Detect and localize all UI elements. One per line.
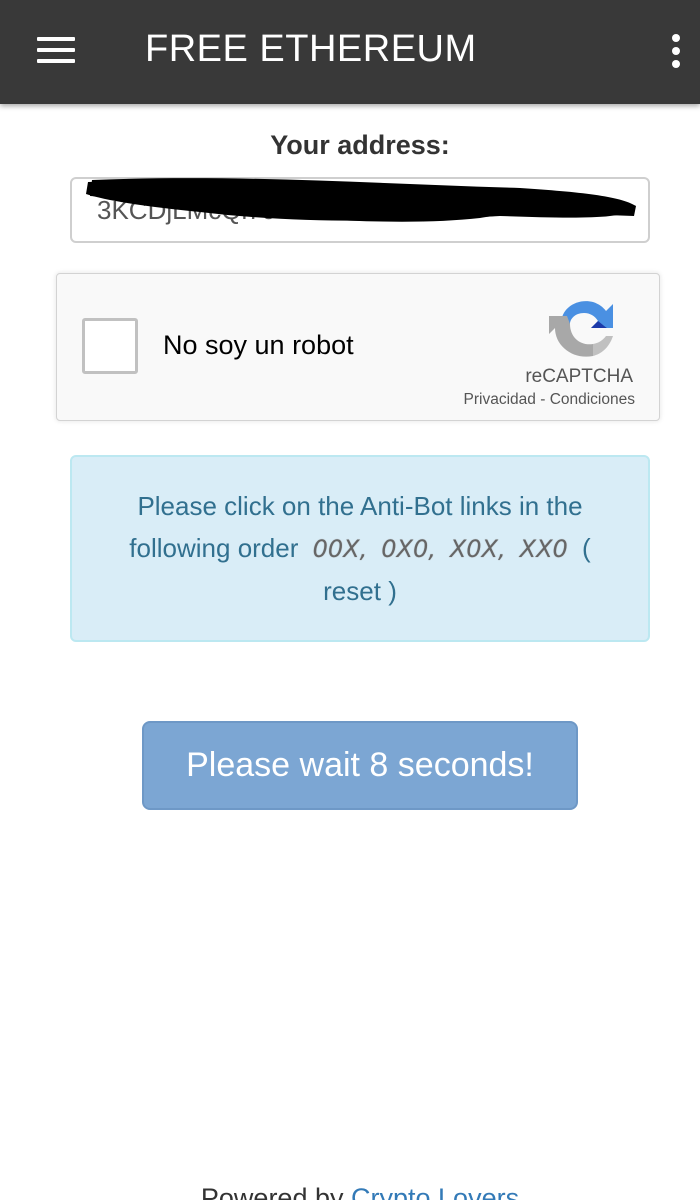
terms-link[interactable]: Condiciones bbox=[550, 391, 635, 408]
footer-prefix: Powered by bbox=[200, 1183, 344, 1200]
antibot-info-box: Please click on the Anti-Bot links in th… bbox=[70, 455, 650, 642]
links-separator: - bbox=[540, 391, 546, 408]
app-bar: FREE ETHEREUM bbox=[0, 0, 700, 104]
footer: Powered by Crypto Lovers bbox=[0, 1183, 700, 1200]
recaptcha-widget: No soy un robot reCAPTCHA Privacidad - C… bbox=[56, 273, 660, 421]
antibot-instruction-order: following order bbox=[129, 533, 299, 563]
antibot-link-3[interactable]: X0X, bbox=[450, 528, 506, 570]
footer-link[interactable]: Crypto Lovers bbox=[351, 1183, 519, 1200]
address-input[interactable] bbox=[70, 177, 650, 243]
more-vert-icon[interactable] bbox=[662, 32, 690, 70]
recaptcha-checkbox[interactable] bbox=[82, 318, 138, 374]
hamburger-menu-icon[interactable] bbox=[37, 37, 75, 63]
recaptcha-links: Privacidad - Condiciones bbox=[464, 391, 635, 409]
recaptcha-brand: reCAPTCHA bbox=[525, 366, 633, 387]
antibot-instruction-line2: following order 00X, 0X0, X0X, XX0 ( bbox=[72, 527, 648, 570]
address-label: Your address: bbox=[270, 130, 450, 160]
antibot-link-2[interactable]: 0X0, bbox=[381, 528, 436, 570]
close-paren: ) bbox=[388, 576, 397, 606]
claim-wait-button[interactable]: Please wait 8 seconds! bbox=[142, 721, 578, 810]
page: FREE ETHEREUM Your address: No soy un ro… bbox=[0, 0, 700, 1200]
app-title: FREE ETHEREUM bbox=[145, 28, 477, 70]
open-paren: ( bbox=[582, 533, 591, 563]
antibot-reset-line: reset ) bbox=[72, 570, 648, 612]
antibot-link-4[interactable]: XX0 bbox=[520, 528, 568, 570]
recaptcha-logo-icon bbox=[549, 301, 613, 357]
recaptcha-label: No soy un robot bbox=[163, 330, 354, 360]
antibot-instruction-line1: Please click on the Anti-Bot links in th… bbox=[137, 491, 583, 521]
reset-link[interactable]: reset bbox=[323, 576, 381, 606]
antibot-link-1[interactable]: 00X, bbox=[313, 528, 368, 570]
privacy-link[interactable]: Privacidad bbox=[464, 391, 536, 408]
